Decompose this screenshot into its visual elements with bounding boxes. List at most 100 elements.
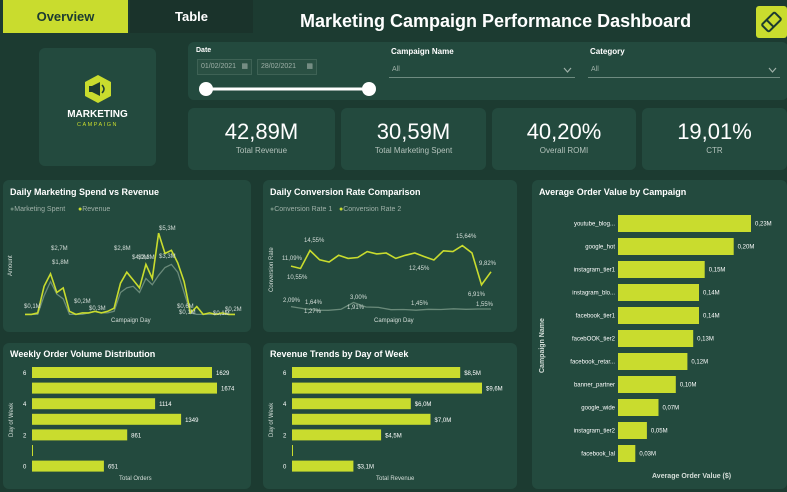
bar-value-label: 861 <box>131 433 142 439</box>
kpi-card-romi: 40,20% Overall ROMI <box>492 108 636 170</box>
tab-table[interactable]: Table <box>130 0 253 33</box>
tab-overview[interactable]: Overview <box>3 0 128 33</box>
date-end-value: 28/02/2021 <box>261 63 297 70</box>
kpi-value: 19,01% <box>677 119 752 144</box>
bar-value-label: $8,5M <box>464 371 481 377</box>
kpi-label: Total Marketing Spent <box>374 146 453 155</box>
data-label: 6,91% <box>468 292 486 298</box>
date-filter-label: Date <box>196 47 212 54</box>
y-axis-label: Day of Week <box>9 402 15 437</box>
bar <box>618 330 694 347</box>
data-label: $0,1M <box>24 304 41 310</box>
page-title: Marketing Campaign Performance Dashboard <box>300 11 692 31</box>
bar <box>618 399 659 416</box>
bar <box>618 284 699 301</box>
logo-subtext: CAMPAIGN <box>77 122 118 128</box>
data-label: $0,2M <box>225 307 242 313</box>
data-label: 10,55% <box>287 275 308 281</box>
bar-value-label: $7,0M <box>435 418 452 424</box>
data-label: 11,09% <box>282 256 303 262</box>
bar <box>292 367 461 378</box>
data-label: $4,0M <box>132 255 149 261</box>
date-range-slider[interactable] <box>196 80 381 98</box>
bar-value-label: 0,10M <box>680 383 697 389</box>
category-dropdown-value: All <box>591 66 599 73</box>
bar-value-label: 0,07M <box>662 406 679 412</box>
y-tick-label: 0 <box>283 465 287 471</box>
bar-category-label: facebook_retar... <box>570 360 615 366</box>
bar-category-label: instagram_tier1 <box>574 268 616 274</box>
bar-value-label: $9,6M <box>486 387 503 393</box>
x-axis-label: Total Orders <box>119 476 152 482</box>
data-label: 9,82% <box>479 261 497 267</box>
date-start-value: 01/02/2021 <box>201 63 237 70</box>
kpi-value: 42,89M <box>224 119 299 144</box>
bar <box>618 353 688 370</box>
data-label: $0,3M <box>89 306 106 312</box>
series-line-2 <box>290 244 492 287</box>
bar <box>292 445 293 456</box>
y-axis-label: Conversion Rate <box>269 247 275 292</box>
y-tick-label: 6 <box>23 371 27 377</box>
chevron-down-icon <box>768 67 777 73</box>
data-label: 1,45% <box>411 301 429 307</box>
bar-chart-plot: youtube_blog... 0,23M google_hot 0,20M insta… <box>570 215 772 462</box>
bar <box>32 429 128 441</box>
logo-card: MARKETING CAMPAIGN <box>39 48 156 166</box>
bar-value-label: 0,03M <box>639 452 656 458</box>
campaign-dropdown[interactable]: All <box>389 63 575 78</box>
bar <box>292 460 354 472</box>
data-label: $1,8M <box>52 260 69 266</box>
data-label: $2,8M <box>114 246 131 252</box>
bar <box>618 445 636 462</box>
slider-end-handle[interactable] <box>362 82 376 96</box>
bar <box>32 398 156 410</box>
bar-category-label: instagram_blo... <box>572 291 615 297</box>
clear-filters-button[interactable] <box>756 6 787 38</box>
bar-value-label: 1349 <box>185 418 199 424</box>
bar-category-label: banner_partner <box>574 383 615 389</box>
bar-value-label: 0,20M <box>738 245 755 251</box>
kpi-label: CTR <box>706 146 723 155</box>
bar-value-label: 1114 <box>159 402 172 408</box>
bar <box>618 307 699 324</box>
kpi-card-total-revenue: 42,89M Total Revenue <box>188 108 335 170</box>
bar-value-label: 1629 <box>216 371 230 377</box>
chart-weekly-orders: Weekly Order Volume Distribution 1629 167… <box>3 343 251 489</box>
data-label: 14,55% <box>304 238 325 244</box>
data-label: 1,91% <box>347 305 365 311</box>
x-axis-label: Total Revenue <box>376 476 415 482</box>
y-tick-label: 6 <box>283 371 287 377</box>
date-start-input[interactable]: 01/02/2021 ▦ <box>197 59 252 75</box>
bar-value-label: 0,23M <box>755 222 772 228</box>
data-label: 1,27% <box>304 309 322 315</box>
bar-category-label: youtube_blog... <box>574 222 615 228</box>
bar <box>32 367 212 378</box>
kpi-value: 30,59M <box>376 119 451 144</box>
slider-start-handle[interactable] <box>199 82 213 96</box>
kpi-card-ctr: 19,01% CTR <box>642 108 787 170</box>
bar <box>32 445 33 456</box>
bar <box>618 215 751 232</box>
data-label: $0,2M <box>74 299 91 305</box>
date-end-input[interactable]: 28/02/2021 ▦ <box>257 59 317 75</box>
kpi-label: Total Revenue <box>235 146 288 155</box>
bar <box>618 376 676 393</box>
calendar-icon: ▦ <box>241 63 248 70</box>
line-chart-plot: 11,09% 10,55% 14,55% 12,45% 15,64% 6,91% 9,82%… <box>282 234 497 315</box>
category-filter-label: Category <box>590 47 625 56</box>
eraser-icon <box>761 11 782 33</box>
chart-conversion-rate: Daily Conversion Rate Comparison ●Conver… <box>263 180 517 332</box>
category-dropdown[interactable]: All <box>588 63 780 78</box>
bar-value-label: $4,5M <box>385 433 402 439</box>
data-label: $2,7M <box>51 246 68 252</box>
bar-value-label: 1674 <box>221 387 235 393</box>
data-label: $5,3M <box>159 226 176 232</box>
bar <box>618 238 734 255</box>
kpi-label: Overall ROMI <box>539 146 589 155</box>
campaign-filter-label: Campaign Name <box>391 47 454 56</box>
bar <box>32 460 104 472</box>
bar-value-label: 0,14M <box>703 291 720 297</box>
bar-value-label: 651 <box>108 465 119 471</box>
chart-spend-revenue: Daily Marketing Spend vs Revenue ●Market… <box>3 180 251 332</box>
